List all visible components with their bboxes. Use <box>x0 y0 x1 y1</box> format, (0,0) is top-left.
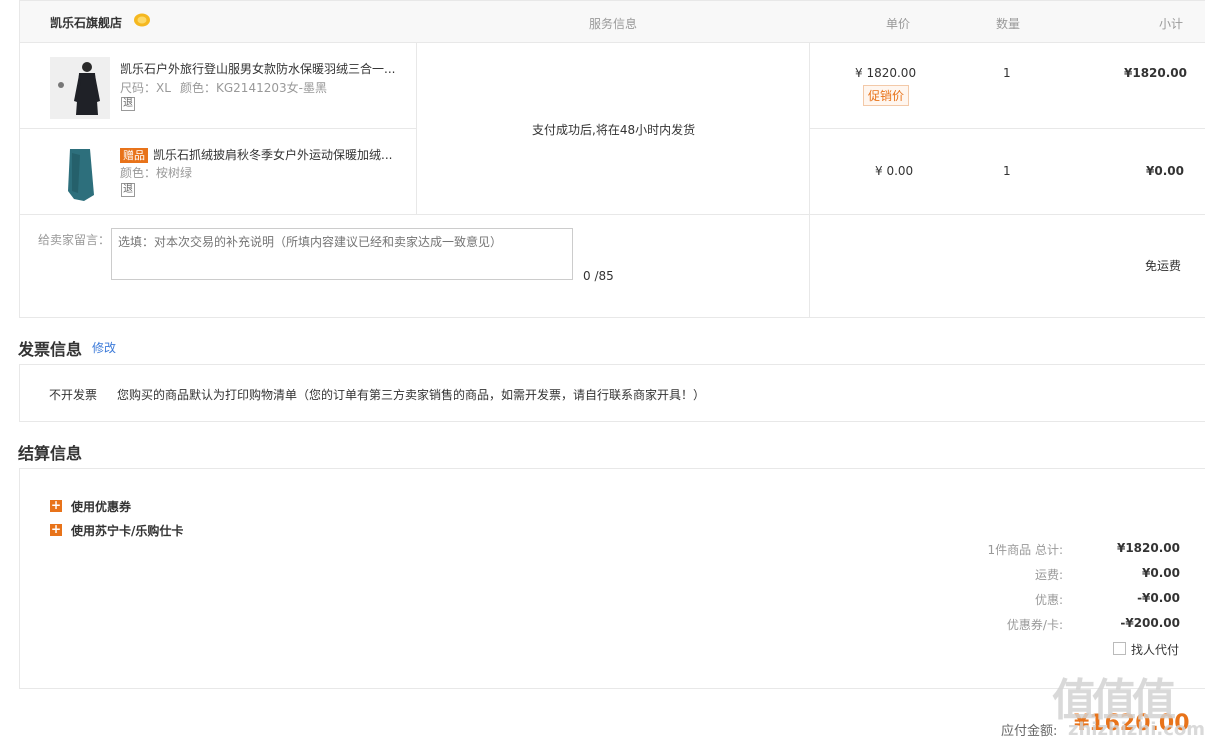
use-card-option[interactable]: 使用苏宁卡/乐购仕卡 <box>71 522 183 539</box>
watermark-site: zhizhizhi.com <box>1068 719 1205 740</box>
proxy-pay-checkbox[interactable] <box>1113 642 1126 655</box>
unit-price: ¥ 1820.00 <box>855 66 917 80</box>
product-name[interactable]: 赠品 凯乐石抓绒披肩秋冬季女户外运动保暖加绒... <box>120 146 392 163</box>
refund-badge: 退 <box>121 97 135 111</box>
shipping-status: 免运费 <box>1145 259 1182 273</box>
divider <box>20 214 1205 215</box>
refund-badge: 退 <box>121 183 135 197</box>
jacket-image-icon <box>50 57 110 119</box>
product-size: 尺码：XL <box>120 81 171 95</box>
invoice-type: 不开发票 <box>49 388 98 402</box>
column-service: 服务信息 <box>589 17 638 31</box>
payable-label: 应付金额: <box>1001 724 1058 739</box>
divider <box>20 128 416 129</box>
column-subtotal: 小计 <box>1159 17 1184 31</box>
divider <box>809 43 810 318</box>
proxy-pay-label[interactable]: 找人代付 <box>1131 641 1179 658</box>
gift-badge: 赠品 <box>120 148 148 163</box>
product-thumbnail[interactable] <box>50 57 110 119</box>
invoice-title: 发票信息 <box>18 340 83 359</box>
product-color: 颜色：KG2141203女-墨黑 <box>180 81 327 95</box>
column-quantity: 数量 <box>996 17 1021 31</box>
unit-price: ¥ 0.00 <box>875 164 914 178</box>
shop-badge-icon <box>134 13 150 27</box>
summary-total-value: ¥1820.00 <box>1116 541 1180 555</box>
summary-total-label: 1件商品 总计: <box>987 543 1064 557</box>
product-thumbnail[interactable] <box>50 143 110 205</box>
quantity: 1 <box>1003 164 1011 178</box>
settlement-box: + 使用优惠券 + 使用苏宁卡/乐购仕卡 1件商品 总计: ¥1820.00 运… <box>19 468 1205 689</box>
invoice-box: 不开发票 您购买的商品默认为打印购物清单（您的订单有第三方卖家销售的商品，如需开… <box>19 364 1205 422</box>
expand-plus-icon[interactable]: + <box>50 523 62 536</box>
divider <box>809 128 1205 129</box>
message-char-count: 0 /85 <box>583 269 614 283</box>
summary-discount-value: -¥0.00 <box>1137 591 1180 605</box>
summary-coupon-label: 优惠券/卡: <box>1006 618 1063 632</box>
promo-tag: 促销价 <box>863 85 910 106</box>
divider <box>416 43 417 214</box>
item-subtotal: ¥0.00 <box>1146 164 1184 178</box>
column-unit-price: 单价 <box>886 17 911 31</box>
product-name[interactable]: 凯乐石户外旅行登山服男女款防水保暖羽绒三合一... <box>120 60 395 77</box>
expand-plus-icon[interactable]: + <box>50 499 62 512</box>
quantity: 1 <box>1003 66 1011 80</box>
summary-shipping-value: ¥0.00 <box>1142 566 1180 580</box>
invoice-edit-link[interactable]: 修改 <box>92 339 116 356</box>
seller-message-input[interactable] <box>111 228 573 280</box>
summary-shipping-label: 运费: <box>1034 568 1063 582</box>
service-info: 支付成功后,将在48小时内发货 <box>532 123 696 137</box>
item-subtotal: ¥1820.00 <box>1124 66 1188 80</box>
use-coupon-option[interactable]: 使用优惠券 <box>71 498 131 515</box>
order-header: 凯乐石旗舰店 服务信息 单价 数量 小计 <box>20 1 1205 43</box>
fleece-image-icon <box>68 149 94 201</box>
order-table: 凯乐石旗舰店 服务信息 单价 数量 小计 凯乐石户外旅行登山服男女款防水保暖羽绒… <box>19 0 1205 318</box>
summary-coupon-value: -¥200.00 <box>1120 616 1180 630</box>
invoice-note: 您购买的商品默认为打印购物清单（您的订单有第三方卖家销售的商品，如需开发票，请自… <box>117 388 706 402</box>
summary-discount-label: 优惠: <box>1034 593 1063 607</box>
product-color: 颜色：桉树绿 <box>120 166 193 180</box>
settlement-title: 结算信息 <box>18 444 83 463</box>
message-label: 给卖家留言： <box>38 233 111 247</box>
product-name-text: 凯乐石抓绒披肩秋冬季女户外运动保暖加绒... <box>153 148 393 162</box>
shop-name[interactable]: 凯乐石旗舰店 <box>50 14 122 31</box>
